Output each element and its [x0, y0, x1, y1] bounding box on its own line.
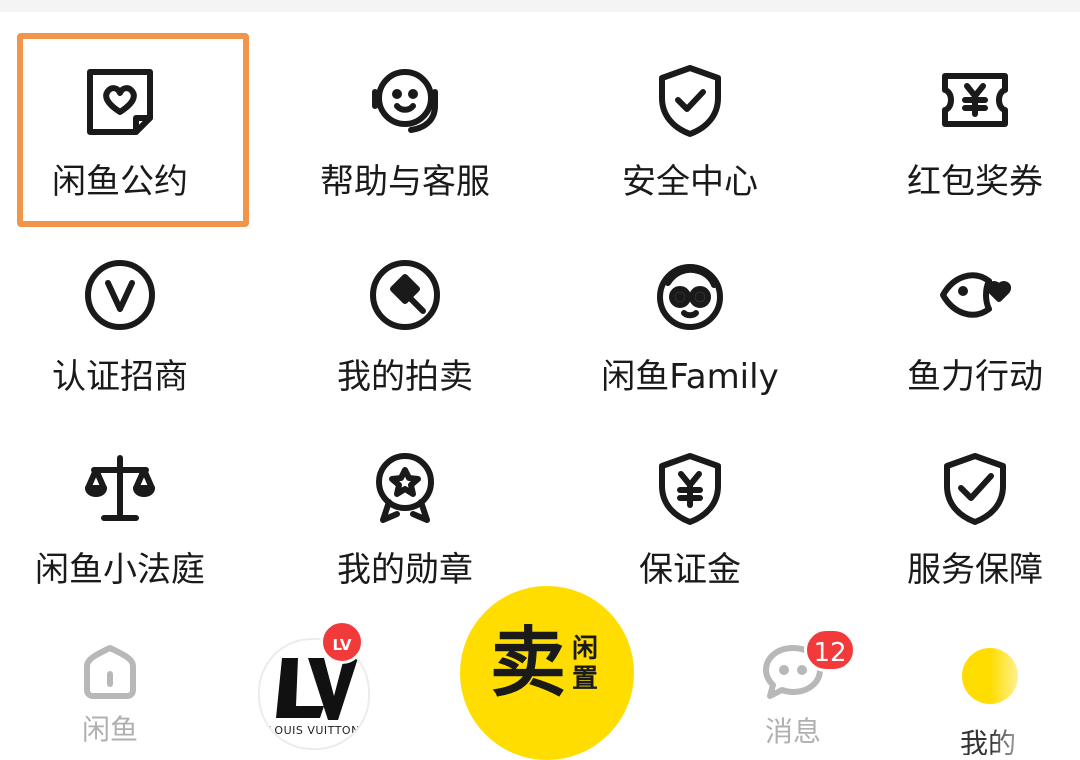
- lv-badge: LV: [320, 620, 364, 664]
- tab-messages[interactable]: 消息 12: [738, 628, 856, 752]
- status-strip: [0, 0, 1080, 12]
- fish-heart-icon: [933, 253, 1017, 337]
- grid-item-my-medals[interactable]: 我的勋章: [285, 428, 525, 618]
- lv-caption: LOUIS VUITTON: [268, 724, 360, 737]
- grid-item-deposit[interactable]: 保证金: [570, 428, 810, 618]
- sell-big-label: 卖: [490, 618, 566, 707]
- home-icon: [79, 640, 141, 702]
- bottom-tab-bar: 闲鱼 LOUIS VUITTON LV 卖 闲置 消息 12 我的: [0, 586, 1080, 760]
- grid-item-my-auction[interactable]: 我的拍卖: [285, 235, 525, 425]
- tab-messages-label: 消息: [764, 715, 821, 748]
- heart-badge-icon: [78, 58, 162, 142]
- grid-item-small-court[interactable]: 闲鱼小法庭: [0, 428, 240, 618]
- grid-item-label: 我的勋章: [337, 550, 473, 590]
- medal-star-icon: [363, 446, 447, 530]
- edge-fade: [990, 640, 1080, 755]
- messages-badge: 12: [804, 628, 856, 672]
- grid-item-label: 帮助与客服: [320, 162, 490, 202]
- auction-hammer-icon: [363, 253, 447, 337]
- grid-item-label: 鱼力行动: [907, 357, 1043, 397]
- grid-item-coupons[interactable]: 红包奖券: [855, 40, 1080, 230]
- tab-featured-lv[interactable]: LOUIS VUITTON LV: [258, 620, 370, 750]
- grid-item-label: 我的拍卖: [337, 357, 473, 397]
- shield-tick-icon: [933, 446, 1017, 530]
- tab-home-label: 闲鱼: [81, 713, 138, 746]
- grid-item-label: 闲鱼小法庭: [35, 550, 205, 590]
- grid-item-help-service[interactable]: 帮助与客服: [285, 40, 525, 230]
- yen-shield-icon: [648, 446, 732, 530]
- grid-item-label: 闲鱼公约: [52, 162, 188, 202]
- grid-item-family[interactable]: 闲鱼Family: [570, 235, 810, 425]
- sell-small-label: 闲置: [572, 634, 599, 694]
- panda-face-icon: [648, 253, 732, 337]
- grid-item-label: 红包奖券: [907, 162, 1043, 202]
- tab-home[interactable]: 闲鱼: [60, 640, 160, 750]
- grid-item-security-center[interactable]: 安全中心: [570, 40, 810, 230]
- grid-item-label: 服务保障: [907, 550, 1043, 590]
- yen-ticket-icon: [933, 58, 1017, 142]
- grid-item-label: 闲鱼Family: [601, 357, 779, 397]
- grid-item-certification[interactable]: 认证招商: [0, 235, 240, 425]
- scale-icon: [78, 446, 162, 530]
- grid-item-service-guarantee[interactable]: 服务保障: [855, 428, 1080, 618]
- grid-item-label: 安全中心: [622, 162, 758, 202]
- headset-icon: [363, 58, 447, 142]
- grid-item-label: 保证金: [639, 550, 741, 590]
- shield-check-icon: [648, 58, 732, 142]
- grid-item-xianyu-convention[interactable]: 闲鱼公约: [0, 40, 240, 230]
- tab-me[interactable]: 我的: [950, 640, 1080, 755]
- grid-item-fish-action[interactable]: 鱼力行动: [855, 235, 1080, 425]
- tab-sell-button[interactable]: 卖 闲置: [460, 586, 634, 760]
- grid-item-label: 认证招商: [52, 357, 188, 397]
- verified-v-icon: [78, 253, 162, 337]
